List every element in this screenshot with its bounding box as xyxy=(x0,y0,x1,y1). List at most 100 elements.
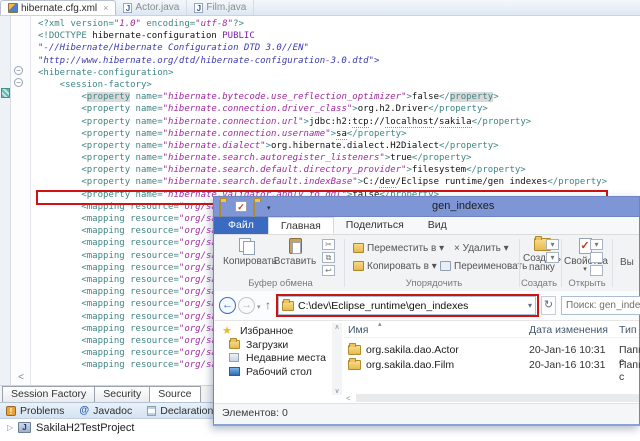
ribbon-tab-Поделиться[interactable]: Поделиться xyxy=(334,217,416,234)
file-name: org.sakila.dao.Actor xyxy=(366,344,459,356)
declaration-icon xyxy=(147,406,156,416)
paste-shortcut-button[interactable]: ↩ xyxy=(322,265,335,276)
file-list-hscroll[interactable]: < xyxy=(344,393,639,403)
view-tab-label: Declaration xyxy=(160,405,213,417)
code-line: <hibernate-configuration> xyxy=(38,67,640,79)
cut-button[interactable]: ✂ xyxy=(322,239,335,250)
code-line: <!DOCTYPE hibernate-configuration PUBLIC xyxy=(38,30,640,42)
page-tab-source[interactable]: Source xyxy=(149,386,200,402)
nav-item-desktop[interactable]: Рабочий стол xyxy=(222,366,330,380)
nav-item-downloads[interactable]: Загрузки xyxy=(222,339,330,353)
scroll-track[interactable] xyxy=(356,394,639,402)
file-row[interactable]: org.sakila.dao.Actor20-Jan-16 10:31Папка… xyxy=(344,343,639,358)
ribbon-tab-Вид[interactable]: Вид xyxy=(416,217,459,234)
problems-icon: ! xyxy=(6,406,16,416)
column-header-Имя[interactable]: Имя xyxy=(348,324,368,336)
search-input[interactable]: Поиск: gen_indexes xyxy=(561,296,640,315)
nav-item-recent[interactable]: Недавние места xyxy=(222,352,330,366)
nav-item-label: Загрузки xyxy=(246,339,288,351)
star-icon: ★ xyxy=(222,324,232,337)
view-tab-javadoc[interactable]: @Javadoc xyxy=(79,405,132,417)
scroll-down-arrow[interactable]: ∨ xyxy=(332,387,342,395)
forward-button[interactable]: → xyxy=(238,297,255,314)
editor-hscroll-left-arrow[interactable]: < xyxy=(14,372,28,383)
nav-item-label: Рабочий стол xyxy=(246,366,312,378)
editor-tab-Actor.java[interactable]: JActor.java xyxy=(116,0,187,15)
rename-button[interactable]: Переименовать xyxy=(440,261,527,272)
explorer-window: ✓ ▾ gen_indexes ФайлГлавнаяПоделитьсяВид… xyxy=(213,196,640,426)
group-label-clipboard: Буфер обмена xyxy=(223,278,338,289)
address-input[interactable]: C:\dev\Eclipse_runtime\gen_indexes ▾ xyxy=(278,296,536,315)
group-label-create: Создать xyxy=(514,278,564,289)
scroll-up-arrow[interactable]: ∧ xyxy=(332,323,342,331)
address-path: C:\dev\Eclipse_runtime\gen_indexes xyxy=(298,300,468,312)
tab-label: Actor.java xyxy=(135,2,179,13)
close-icon[interactable]: × xyxy=(103,3,108,13)
qat-properties-icon[interactable]: ✓ xyxy=(235,201,247,212)
new-item-button[interactable]: ▾ xyxy=(546,239,559,250)
file-row[interactable]: org.sakila.dao.Film20-Jan-16 10:31Папка … xyxy=(344,358,639,373)
up-button[interactable]: ↑ xyxy=(265,298,271,312)
code-line: <property name="hibernate.search.autoreg… xyxy=(38,152,640,164)
clipboard-small-buttons: ✂ ⧉ ↩ xyxy=(322,239,335,276)
view-tab-problems[interactable]: !Problems xyxy=(6,405,64,417)
ribbon-tab-Файл[interactable]: Файл xyxy=(214,217,268,234)
recent-icon xyxy=(229,353,239,362)
project-tree-item[interactable]: SakilaH2TestProject xyxy=(36,422,134,434)
ribbon-tab-Главная[interactable]: Главная xyxy=(268,217,334,234)
editor-tab-hibernate.cfg.xml[interactable]: hibernate.cfg.xml × xyxy=(0,0,116,15)
ribbon-separator xyxy=(561,239,562,287)
open-button[interactable]: ▾ xyxy=(590,239,603,250)
back-button[interactable]: ← xyxy=(219,297,236,314)
group-label-organize: Упорядочить xyxy=(364,278,504,289)
ribbon-separator xyxy=(612,239,613,287)
nav-scrollbar[interactable]: ∧ ∨ xyxy=(332,323,342,395)
code-line: <property name="hibernate.dialect">org.h… xyxy=(38,140,640,152)
recent-locations-dropdown[interactable]: ▾ xyxy=(257,303,261,311)
code-line: "-//Hibernate/Hibernate Configuration DT… xyxy=(38,42,640,54)
edit-button[interactable] xyxy=(590,252,603,263)
move-to-button[interactable]: Переместить в ▾ xyxy=(353,243,444,254)
ribbon-tab-bar: ФайлГлавнаяПоделитьсяВид xyxy=(214,217,639,235)
code-line: <property name="hibernate.connection.use… xyxy=(38,128,640,140)
move-to-icon xyxy=(353,243,364,253)
code-line: <property name="hibernate.connection.dri… xyxy=(38,103,640,115)
editor-tab-Film.java[interactable]: JFilm.java xyxy=(187,0,254,15)
page-tab-session-factory[interactable]: Session Factory xyxy=(2,386,95,402)
easy-access-button[interactable]: ▾ xyxy=(546,252,559,263)
folder-icon xyxy=(348,360,361,370)
open-small-buttons: ▾ xyxy=(590,239,603,276)
nav-item-star[interactable]: ★Избранное xyxy=(222,325,330,339)
scroll-left-arrow[interactable]: < xyxy=(346,394,351,403)
tab-label: hibernate.cfg.xml xyxy=(21,3,97,14)
file-type: Папка с xyxy=(619,359,640,383)
qat-dropdown-icon[interactable]: ▾ xyxy=(267,204,279,215)
page-tab-security[interactable]: Security xyxy=(94,386,150,402)
file-date: 20-Jan-16 10:31 xyxy=(529,359,605,371)
column-header-Тип[interactable]: Тип xyxy=(619,324,637,336)
copy-path-button[interactable]: ⧉ xyxy=(322,252,335,263)
view-tab-declaration[interactable]: Declaration xyxy=(147,405,213,417)
downloads-icon xyxy=(229,340,240,349)
desktop-icon xyxy=(229,367,240,376)
address-dropdown-icon[interactable]: ▾ xyxy=(528,301,532,310)
java-file-icon: J xyxy=(123,3,132,13)
ribbon-separator xyxy=(344,239,345,287)
code-line: <property name="hibernate.search.default… xyxy=(38,164,640,176)
java-file-icon: J xyxy=(194,3,203,13)
copy-icon xyxy=(239,238,255,254)
paste-button[interactable]: Вставить xyxy=(273,238,317,267)
editor-tab-bar: hibernate.cfg.xml×JActor.javaJFilm.java xyxy=(0,0,640,16)
tree-expander-icon[interactable]: ▷ xyxy=(7,423,13,432)
status-bar: Элементов: 0 xyxy=(214,403,639,424)
copy-to-button[interactable]: Копировать в ▾ xyxy=(353,261,437,272)
delete-button[interactable]: × Удалить ▾ xyxy=(440,243,509,254)
history-button[interactable] xyxy=(590,265,603,276)
ribbon: Копировать Вставить ✂ ⧉ ↩ Буфер обмена П… xyxy=(214,235,639,291)
code-line: "http://www.hibernate.org/dtd/hibernate-… xyxy=(38,55,640,67)
explorer-titlebar[interactable]: ✓ ▾ gen_indexes xyxy=(214,197,639,217)
refresh-button[interactable]: ↻ xyxy=(541,296,556,315)
column-header-Дата изменения[interactable]: Дата изменения xyxy=(529,324,608,336)
copy-button[interactable]: Копировать xyxy=(223,238,271,267)
screen: hibernate.cfg.xml×JActor.javaJFilm.java … xyxy=(0,0,640,441)
